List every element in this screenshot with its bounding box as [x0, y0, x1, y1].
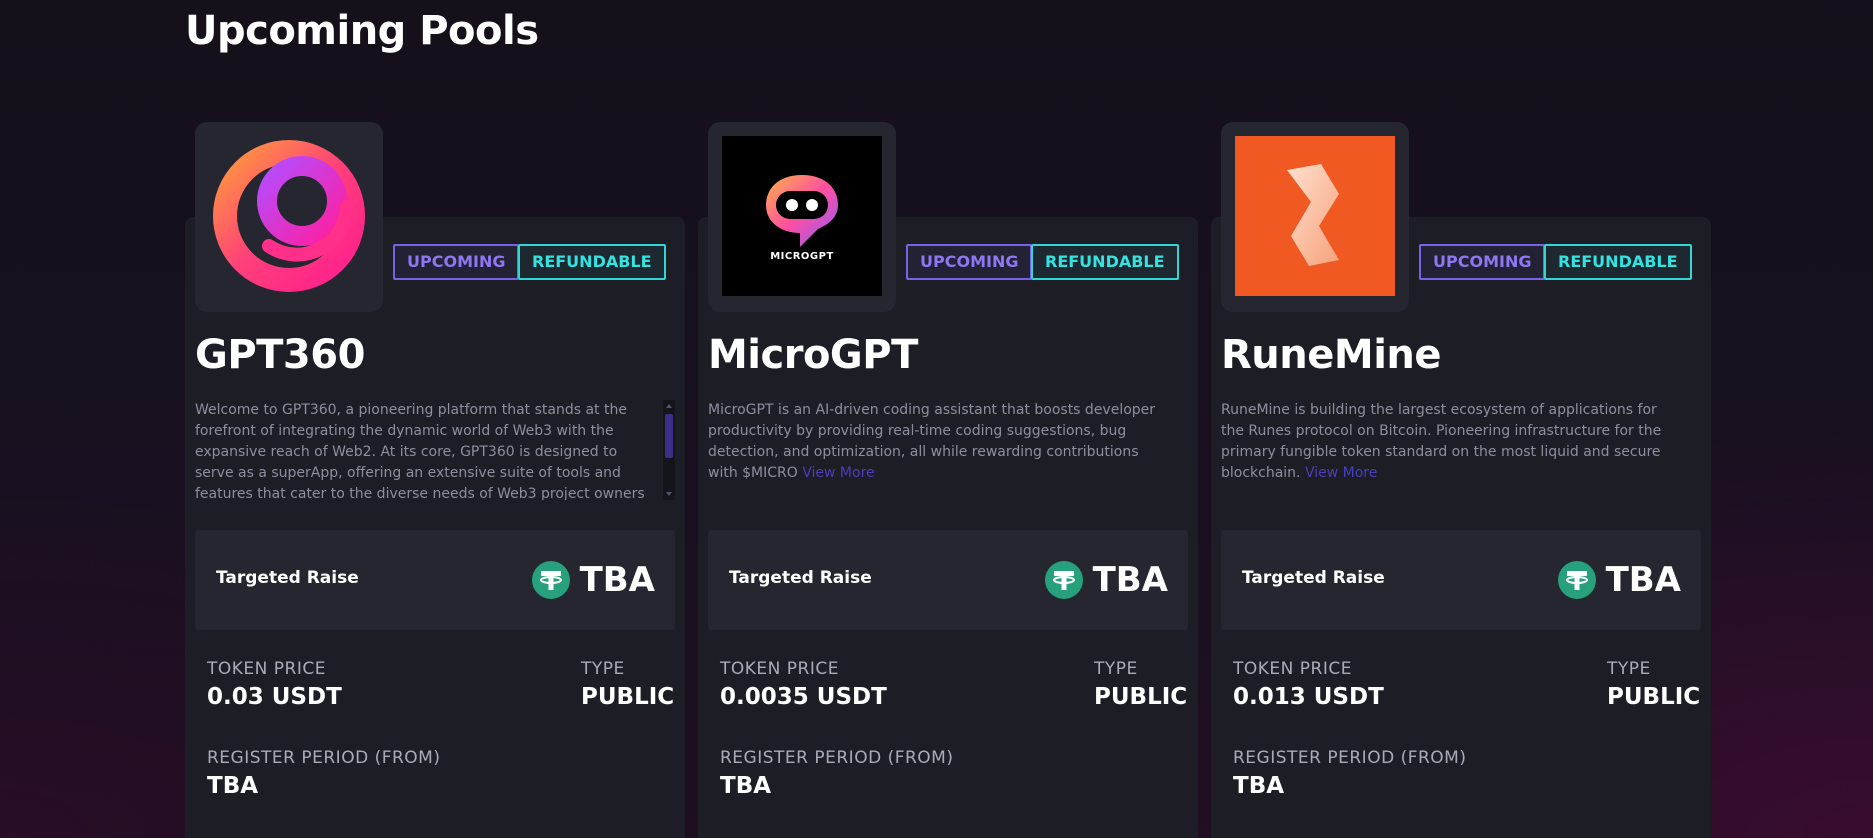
targeted-raise-panel: Targeted Raise TBA — [195, 530, 675, 630]
token-price-value: 0.03 USDT — [207, 684, 342, 710]
pool-name[interactable]: RuneMine — [1221, 332, 1442, 378]
register-period-label: REGISTER PERIOD (FROM) — [1233, 748, 1467, 768]
register-period-label: REGISTER PERIOD (FROM) — [207, 748, 441, 768]
targeted-raise-panel: Targeted Raise TBA — [1221, 530, 1701, 630]
tether-icon — [1557, 561, 1596, 599]
refundable-badge: REFUNDABLE — [518, 244, 666, 280]
type-label: TYPE — [1094, 659, 1138, 679]
pool-logo-frame[interactable]: MICROGPT — [708, 122, 896, 312]
pool-description: MicroGPT is an AI-driven coding assistan… — [708, 400, 1168, 500]
targeted-raise-label: Targeted Raise — [1242, 568, 1385, 588]
pool-logo-frame[interactable] — [195, 122, 383, 312]
page-title: Upcoming Pools — [185, 8, 539, 54]
pool-name[interactable]: GPT360 — [195, 332, 365, 378]
scrollbar-thumb[interactable] — [665, 414, 673, 458]
type-value: PUBLIC — [1607, 684, 1701, 710]
type-label: TYPE — [1607, 659, 1651, 679]
runemine-logo — [1235, 136, 1395, 296]
pool-description-text: RuneMine is building the largest ecosyst… — [1221, 402, 1662, 481]
upcoming-badge: UPCOMING — [393, 244, 520, 280]
raise-amount: TBA — [1605, 560, 1681, 600]
microgpt-logo: MICROGPT — [722, 136, 882, 296]
type-label: TYPE — [581, 659, 625, 679]
tether-icon — [1044, 561, 1083, 599]
type-value: PUBLIC — [1094, 684, 1188, 710]
description-scrollbar[interactable] — [663, 400, 675, 500]
view-more-link[interactable]: View More — [1305, 465, 1377, 481]
gpt360-logo — [209, 136, 369, 296]
refundable-badge: REFUNDABLE — [1031, 244, 1179, 280]
targeted-raise-value: TBA — [1557, 560, 1681, 600]
token-price-label: TOKEN PRICE — [1233, 659, 1352, 679]
view-more-link[interactable]: View More — [802, 465, 874, 481]
targeted-raise-label: Targeted Raise — [729, 568, 872, 588]
targeted-raise-panel: Targeted Raise TBA — [708, 530, 1188, 630]
pool-description-text: MicroGPT is an AI-driven coding assistan… — [708, 402, 1156, 481]
pool-description: RuneMine is building the largest ecosyst… — [1221, 400, 1681, 500]
raise-amount: TBA — [1092, 560, 1168, 600]
pool-description: Welcome to GPT360, a pioneering platform… — [195, 400, 657, 500]
register-period-value: TBA — [720, 773, 772, 799]
scroll-up-arrow-icon[interactable] — [666, 404, 672, 408]
register-period-value: TBA — [1233, 773, 1285, 799]
register-period-value: TBA — [207, 773, 259, 799]
scroll-down-arrow-icon[interactable] — [666, 492, 672, 496]
microgpt-logo-wordmark: MICROGPT — [770, 250, 834, 262]
token-price-value: 0.013 USDT — [1233, 684, 1384, 710]
token-price-label: TOKEN PRICE — [720, 659, 839, 679]
token-price-value: 0.0035 USDT — [720, 684, 887, 710]
register-period-label: REGISTER PERIOD (FROM) — [720, 748, 954, 768]
targeted-raise-label: Targeted Raise — [216, 568, 359, 588]
tether-icon — [531, 561, 570, 599]
pool-description-text: Welcome to GPT360, a pioneering platform… — [195, 402, 645, 500]
raise-amount: TBA — [579, 560, 655, 600]
upcoming-badge: UPCOMING — [1419, 244, 1546, 280]
targeted-raise-value: TBA — [1044, 560, 1168, 600]
upcoming-badge: UPCOMING — [906, 244, 1033, 280]
pool-logo-frame[interactable] — [1221, 122, 1409, 312]
refundable-badge: REFUNDABLE — [1544, 244, 1692, 280]
token-price-label: TOKEN PRICE — [207, 659, 326, 679]
type-value: PUBLIC — [581, 684, 675, 710]
targeted-raise-value: TBA — [531, 560, 655, 600]
pool-name[interactable]: MicroGPT — [708, 332, 918, 378]
